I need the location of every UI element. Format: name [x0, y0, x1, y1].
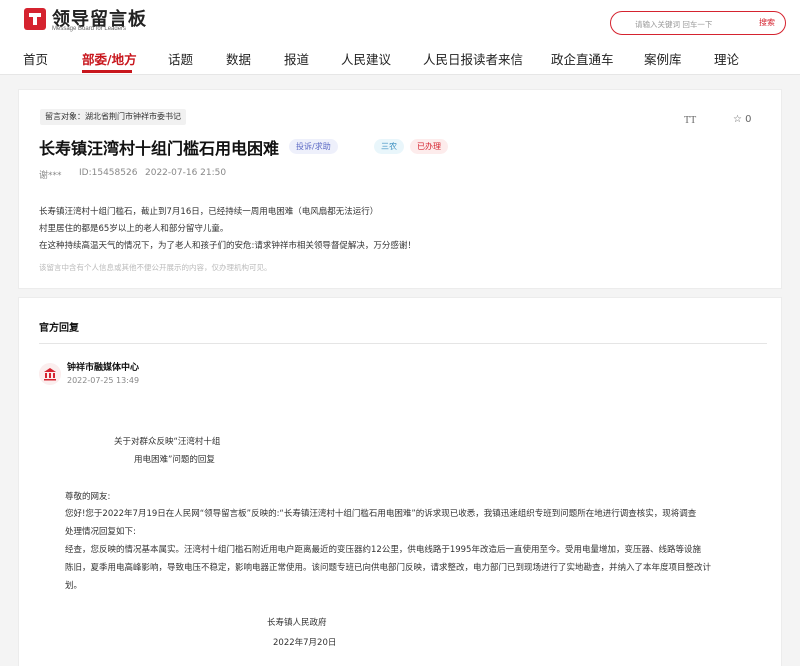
nav-ministries-local[interactable]: 部委/地方 — [82, 49, 137, 68]
nav-gov-enterprise[interactable]: 政企直通车 — [551, 49, 614, 68]
reply-salutation: 尊敬的网友: — [65, 492, 111, 502]
reply-heading: 官方回复 — [39, 323, 79, 334]
top-header: 领导留言板 Message Board for Leaders 搜索 首页 部委… — [0, 0, 800, 75]
nav-theory[interactable]: 理论 — [714, 49, 739, 68]
star-icon: ☆ — [733, 114, 742, 125]
font-size-icon[interactable]: TT — [684, 115, 696, 126]
message-body-line: 在这种持续高温天气的情况下，为了老人和孩子们的安危:请求钟祥市相关领导督促解决，… — [39, 241, 416, 251]
status-badge: 已办理 — [410, 139, 448, 154]
message-body-line: 村里居住的都是65岁以上的老人和部分留守儿童。 — [39, 224, 229, 234]
search-box: 搜索 — [610, 11, 786, 35]
message-datetime: 2022-07-16 21:50 — [145, 168, 227, 178]
reply-signature-date: 2022年7月20日 — [273, 638, 337, 648]
government-building-icon — [39, 363, 61, 385]
reply-paragraph-line: 您好!您于2022年7月19日在人民网“领导留言板”反映的:“长寿镇汪湾村十组门… — [65, 509, 697, 519]
divider — [39, 343, 767, 344]
message-card: 留言对象：湖北省荆门市钟祥市委书记 TT ☆ 0 长寿镇汪湾村十组门槛石用电困难… — [18, 89, 782, 289]
reply-doc-title: 用电困难”问题的回复 — [134, 455, 215, 465]
privacy-disclaimer: 该留言中含有个人信息或其他不便公开展示的内容，仅办理机构可见。 — [39, 263, 272, 272]
nav-case-library[interactable]: 案例库 — [644, 49, 682, 68]
logo-subtitle: Message Board for Leaders — [52, 26, 127, 32]
message-title: 长寿镇汪湾村十组门槛石用电困难 — [39, 139, 280, 158]
message-author: 谢*** — [39, 171, 62, 181]
message-id: ID:15458526 — [79, 168, 138, 178]
message-body-line: 长寿镇汪湾村十组门槛石，截止到7月16日，已经持续一周用电困难（电风扇都无法运行… — [39, 207, 379, 217]
tag-category: 投诉/求助 — [289, 139, 338, 154]
reply-paragraph-line: 经查，您反映的情况基本属实。汪湾村十组门槛石附近用电户距离最近的变压器约12公里… — [65, 545, 701, 555]
logo-icon — [24, 8, 46, 30]
nav-reports[interactable]: 报道 — [284, 49, 309, 68]
nav-topics[interactable]: 话题 — [168, 49, 193, 68]
reply-doc-title: 关于对群众反映“汪湾村十组 — [114, 437, 221, 447]
active-nav-indicator — [82, 70, 132, 73]
nav-readers-letters[interactable]: 人民日报读者来信 — [423, 49, 523, 68]
reply-date: 2022-07-25 13:49 — [67, 376, 140, 385]
message-target: 留言对象：湖北省荆门市钟祥市委书记 — [40, 109, 186, 125]
reply-paragraph-line: 划。 — [65, 581, 83, 591]
nav-data[interactable]: 数据 — [226, 49, 251, 68]
search-input[interactable] — [635, 16, 745, 32]
reply-signature-org: 长寿镇人民政府 — [267, 618, 327, 628]
reply-paragraph-line: 处理情况回复如下: — [65, 527, 136, 537]
favorite-button[interactable]: ☆ 0 — [733, 114, 752, 125]
nav-people-suggestions[interactable]: 人民建议 — [341, 49, 391, 68]
tag-field: 三农 — [374, 139, 404, 154]
search-button[interactable]: 搜索 — [759, 17, 775, 28]
reply-org-name: 钟祥市融媒体中心 — [67, 363, 140, 373]
reply-paragraph-line: 陈旧，夏季用电高峰影响，导致电压不稳定，影响电器正常使用。该问题专班已向供电部门… — [65, 563, 712, 573]
nav-home[interactable]: 首页 — [23, 49, 48, 68]
favorite-count: 0 — [745, 114, 752, 125]
official-reply-card: 官方回复 钟祥市融媒体中心 2022-07-25 13:49 关于对群众反映“汪… — [18, 297, 782, 666]
